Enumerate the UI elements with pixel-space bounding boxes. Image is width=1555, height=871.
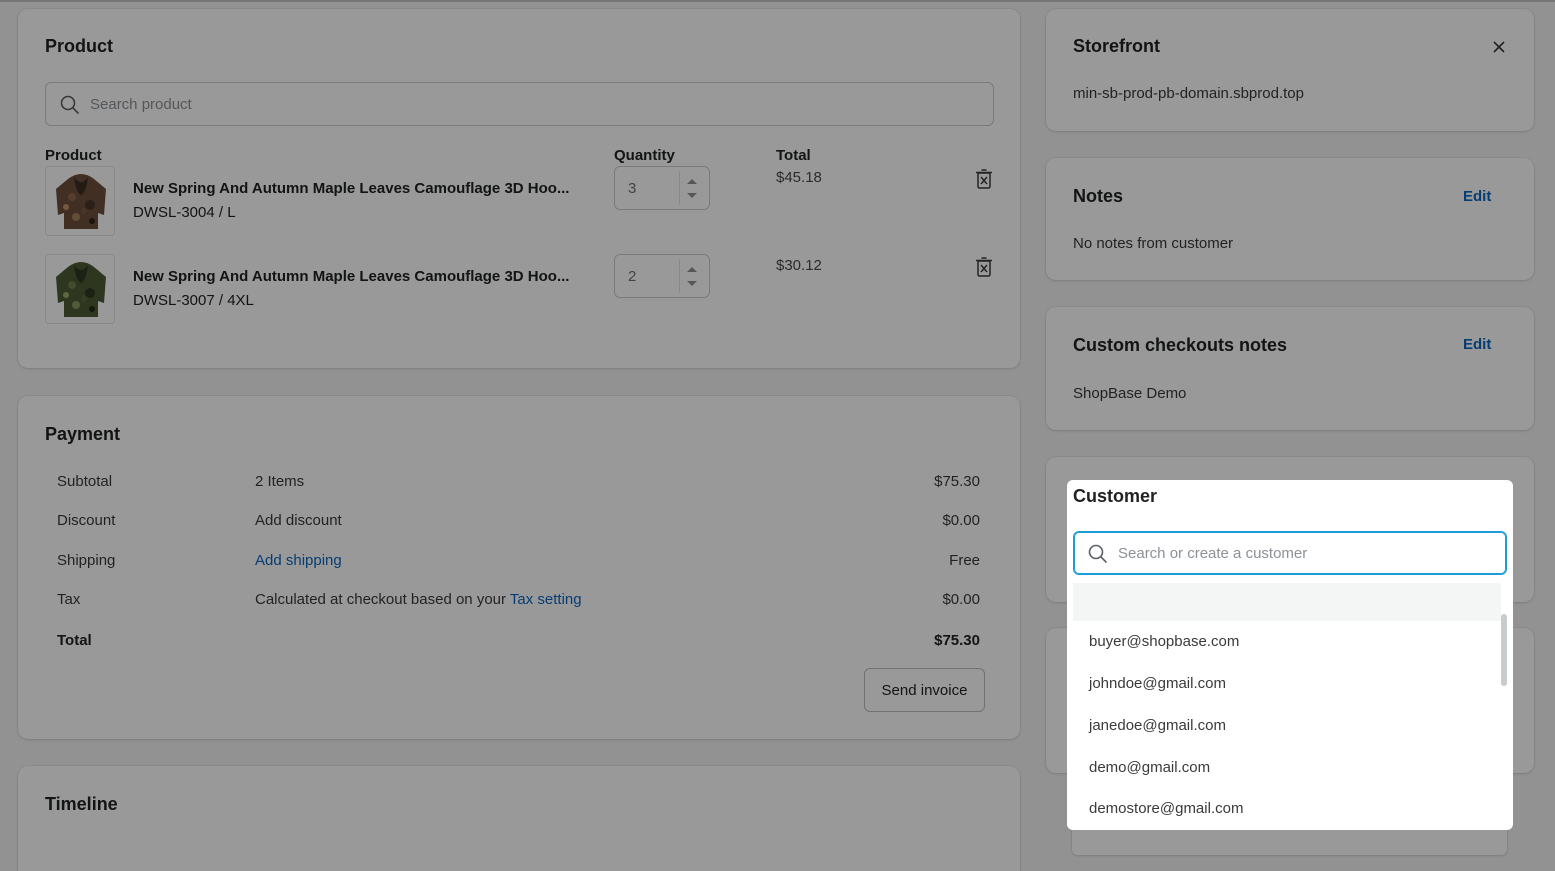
customer-option[interactable]: johndoe@gmail.com	[1089, 675, 1226, 692]
customer-list-scrollbar[interactable]	[1501, 614, 1507, 686]
customer-option[interactable]: janedoe@gmail.com	[1089, 717, 1226, 734]
customer-option[interactable]: buyer@shopbase.com	[1089, 633, 1239, 650]
customer-popover-title: Customer	[1073, 486, 1158, 506]
customer-search-box[interactable]	[1073, 531, 1507, 575]
draft-order-page: Product Product Quantity Total	[0, 0, 1555, 871]
search-icon	[1088, 544, 1107, 563]
customer-option[interactable]: demostore@gmail.com	[1089, 800, 1243, 817]
customer-search-input[interactable]	[1118, 532, 1486, 574]
customer-search-popover: Customer buyer@shopbase.com johndoe@gmai…	[1067, 480, 1513, 830]
customer-option-placeholder	[1073, 583, 1501, 621]
customer-option[interactable]: demo@gmail.com	[1089, 759, 1210, 776]
